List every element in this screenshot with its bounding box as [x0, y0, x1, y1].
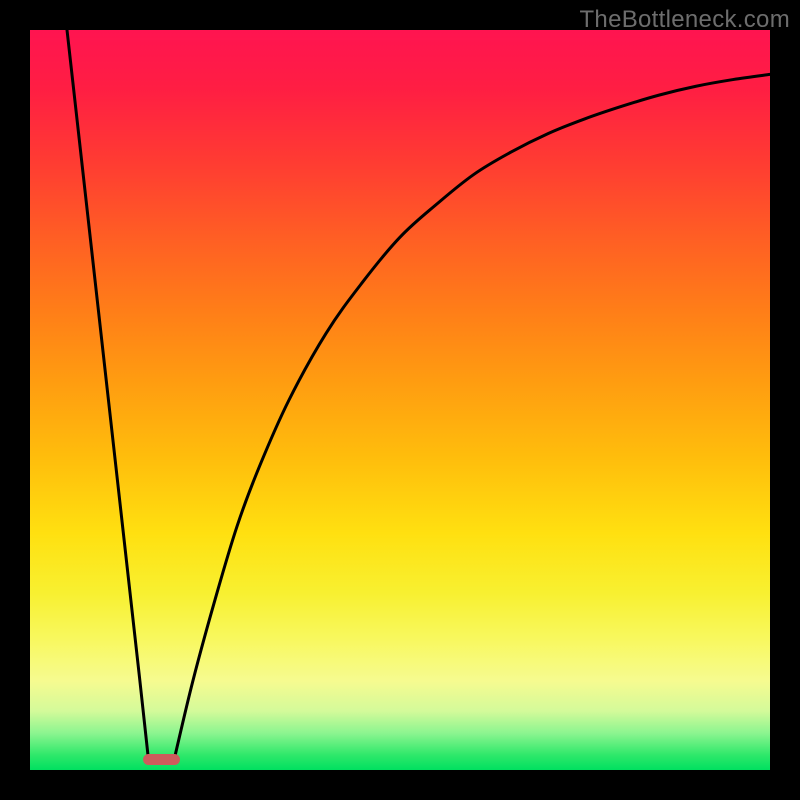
chart-frame: TheBottleneck.com: [0, 0, 800, 800]
left-line-path: [67, 30, 148, 759]
chart-curves: [30, 30, 770, 770]
right-curve-path: [174, 74, 770, 759]
watermark-text: TheBottleneck.com: [579, 6, 790, 34]
bottleneck-plateau-marker: [143, 754, 180, 765]
plot-area: [30, 30, 770, 770]
